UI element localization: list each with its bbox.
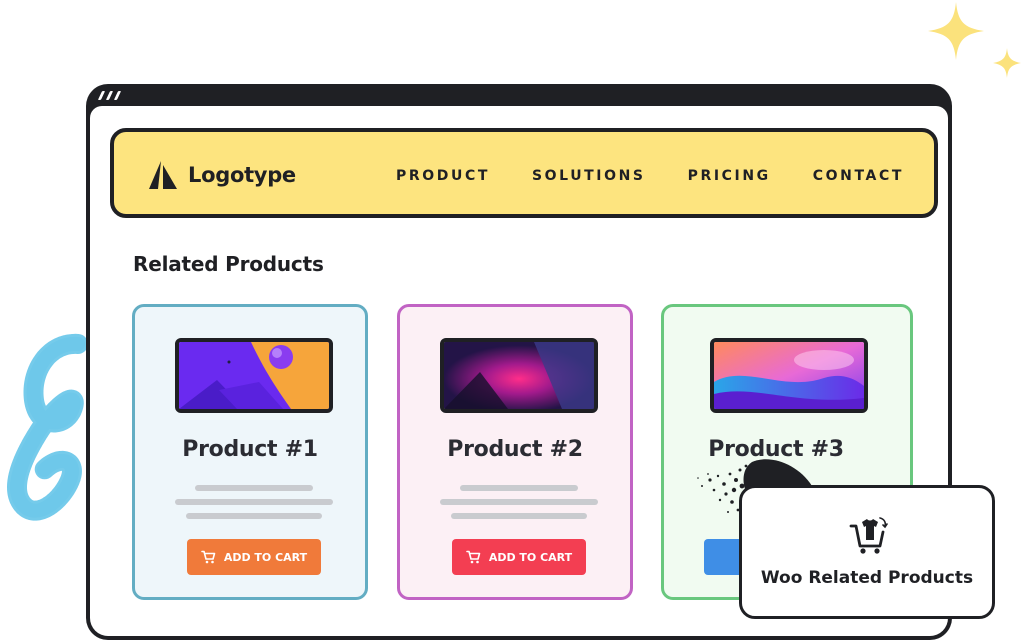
sparkle-icon [928, 2, 1021, 78]
product-name[interactable]: Product #2 [400, 437, 630, 462]
squiggle-decoration [7, 334, 88, 521]
window-controls [97, 91, 122, 100]
add-to-cart-button[interactable]: ADD TO CART [452, 539, 586, 575]
add-to-cart-label: ADD TO CART [223, 550, 308, 564]
cart-icon [201, 550, 216, 564]
nav-link-product[interactable]: PRODUCT [396, 168, 490, 184]
product-image-1[interactable] [175, 338, 333, 413]
cart-icon [466, 550, 481, 564]
section-title: Related Products [133, 252, 324, 276]
triangle-logo-icon [149, 161, 177, 189]
product-image-2[interactable] [440, 338, 598, 413]
cart-with-shirt-icon [849, 517, 888, 554]
logo-text: Logotype [188, 163, 296, 187]
product-card-1: Product #1 ADD TO CART [132, 304, 368, 600]
nav-link-pricing[interactable]: PRICING [688, 168, 771, 184]
nav-link-solutions[interactable]: SOLUTIONS [532, 168, 646, 184]
site-navbar: Logotype PRODUCT SOLUTIONS PRICING CONTA… [110, 128, 938, 218]
badge-title: Woo Related Products [760, 568, 974, 588]
plugin-badge: Woo Related Products [739, 485, 995, 619]
product-card-2: Product #2 ADD TO CART [397, 304, 633, 600]
add-to-cart-label: ADD TO CART [488, 550, 573, 564]
product-name[interactable]: Product #1 [135, 437, 365, 462]
add-to-cart-button[interactable]: ADD TO CART [187, 539, 321, 575]
product-image-3[interactable] [710, 338, 868, 413]
main-nav: PRODUCT SOLUTIONS PRICING CONTACT [396, 168, 904, 184]
nav-link-contact[interactable]: CONTACT [813, 168, 904, 184]
product-description-placeholder [175, 485, 333, 527]
product-description-placeholder [440, 485, 598, 527]
site-logo[interactable]: Logotype [148, 160, 296, 190]
